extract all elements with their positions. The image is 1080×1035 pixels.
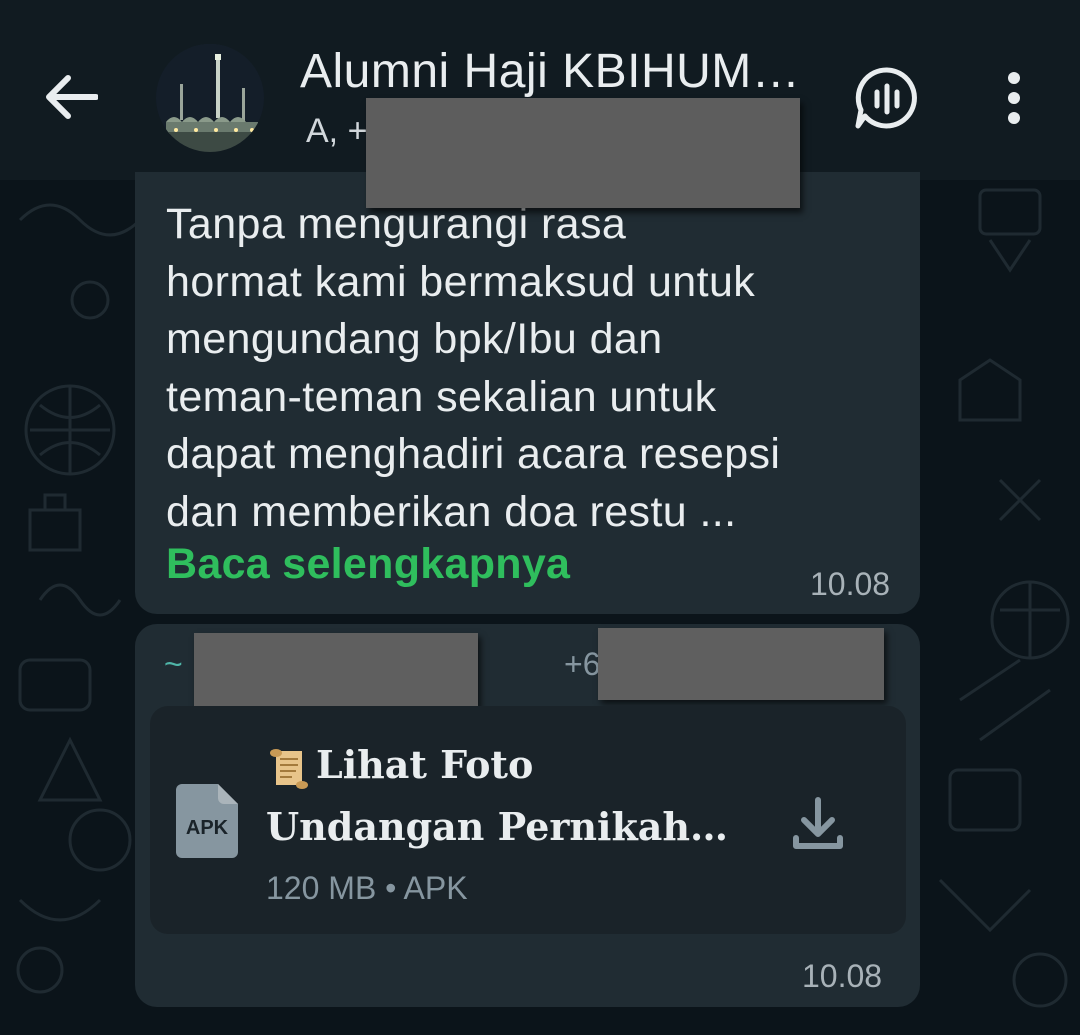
more-options-button[interactable] [990, 66, 1038, 130]
message-line: dan memberikan doa restu ... [166, 487, 737, 536]
menu-dot [1008, 112, 1020, 124]
redaction-box [598, 628, 884, 700]
group-avatar[interactable] [156, 44, 264, 152]
apk-icon-label: APK [186, 817, 229, 839]
chat-screen: Alumni Haji KBIHUM… A, + Tanpa mengurang… [0, 0, 1080, 1035]
message-line: teman-teman sekalian untuk [166, 372, 717, 421]
voice-chat-icon [855, 67, 917, 129]
document-meta: 120 MB • APK [266, 870, 468, 906]
sender-name[interactable]: ~ [164, 646, 183, 683]
document-title-line: Lihat Foto [266, 734, 736, 796]
message-timestamp: 10.08 [802, 958, 883, 994]
document-title: Lihat Foto Undangan Pernikaha… [266, 734, 736, 858]
message-line: hormat kami bermaksud untuk [166, 257, 756, 306]
document-title-text: Lihat Foto [316, 742, 534, 787]
message-line: mengundang bpk/Ibu dan [166, 315, 663, 363]
back-button[interactable] [40, 66, 102, 128]
menu-dot [1008, 92, 1020, 104]
message-timestamp: 10.08 [810, 566, 891, 602]
arrow-left-icon [46, 75, 98, 119]
document-title-text: Undangan Pernikaha… [266, 804, 736, 849]
read-more-link[interactable]: Baca selengkapnya [166, 536, 570, 593]
sender-phone[interactable]: +6 [564, 646, 600, 683]
redaction-box [194, 633, 478, 707]
apk-file-icon: APK [176, 784, 238, 858]
redaction-box [366, 98, 800, 208]
voice-chat-button[interactable] [852, 64, 922, 134]
group-title[interactable]: Alumni Haji KBIHUM… [300, 44, 820, 99]
message-line: dapat menghadiri acara resepsi [166, 430, 781, 478]
menu-dot [1008, 72, 1020, 84]
download-icon [793, 797, 843, 849]
message-text: Tanpa mengurangi rasa hormat kami bermak… [166, 196, 866, 541]
download-button[interactable] [786, 792, 850, 856]
group-participants[interactable]: A, + [306, 112, 367, 151]
mosque-photo [156, 44, 264, 152]
scroll-icon [270, 748, 308, 789]
